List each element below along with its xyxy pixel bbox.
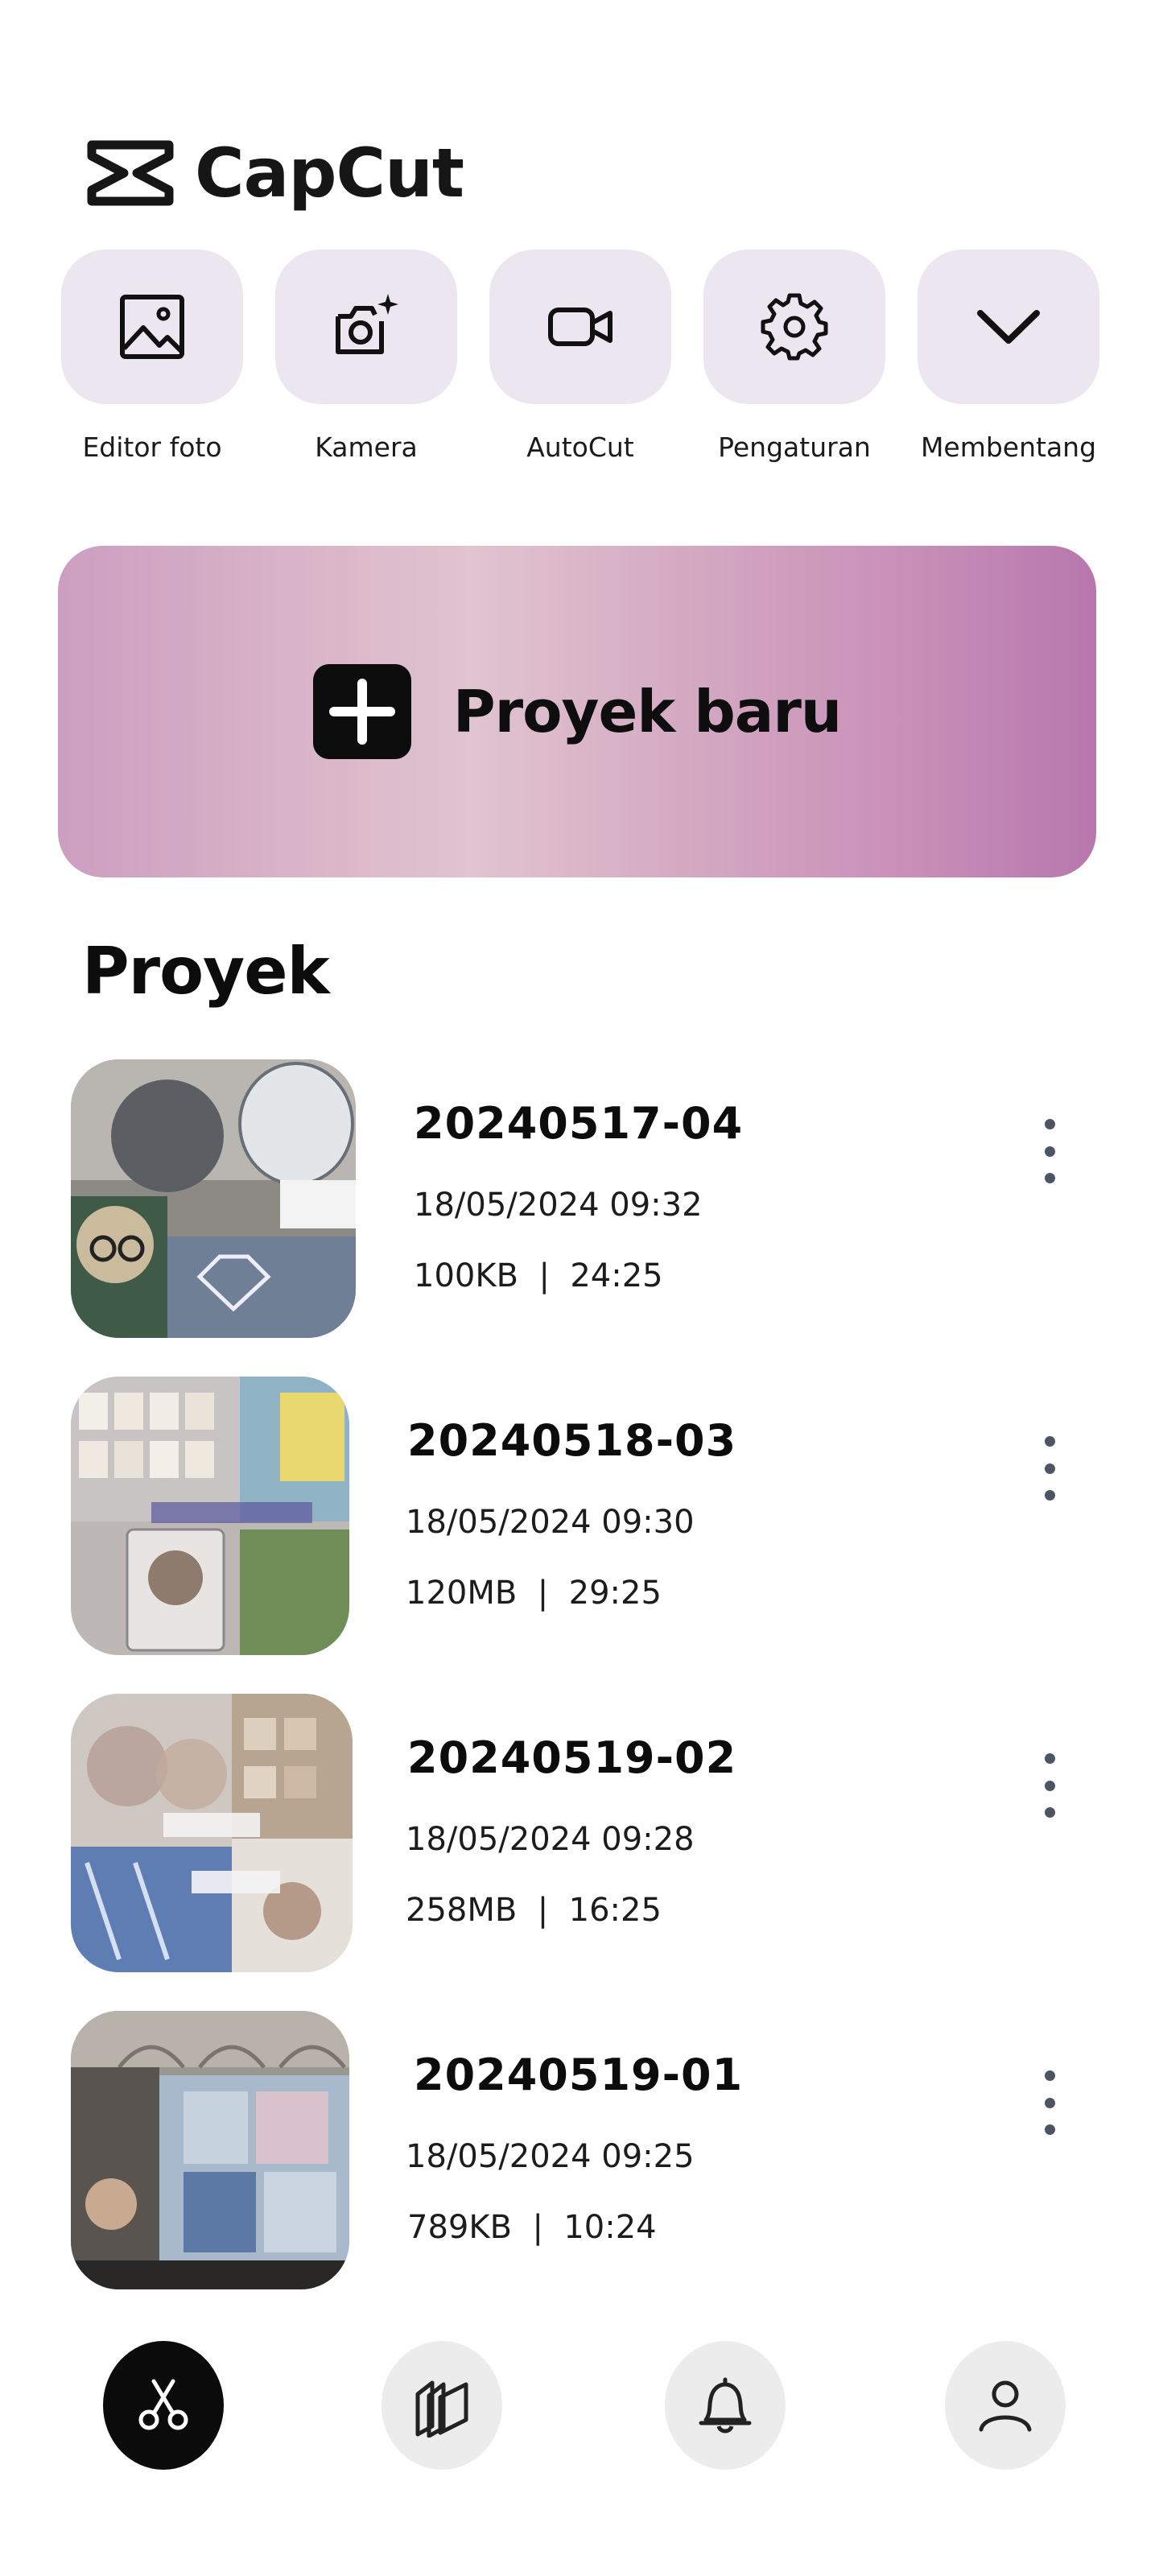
project-meta: 100KB | 24:25 xyxy=(414,1257,663,1294)
plus-icon xyxy=(312,664,411,759)
quick-action-tile[interactable] xyxy=(61,250,243,404)
app-logo: CapCut xyxy=(87,134,464,213)
project-title: 20240519-01 xyxy=(414,2050,744,2100)
project-item[interactable]: 20240519-02 18/05/2024 09:28 258MB | 16:… xyxy=(71,1694,1085,1972)
capcut-logo-icon xyxy=(87,140,174,206)
project-item[interactable]: 20240518-03 18/05/2024 09:30 120MB | 29:… xyxy=(71,1377,1085,1655)
more-options-icon[interactable] xyxy=(1033,1119,1066,1183)
project-date: 18/05/2024 09:30 xyxy=(406,1504,695,1541)
project-title: 20240517-04 xyxy=(414,1098,744,1149)
more-options-icon[interactable] xyxy=(1033,2070,1066,2135)
capcut-home-screen: CapCut Editor foto Kamera AutoCut Pengat… xyxy=(0,0,1159,2576)
project-thumbnail[interactable] xyxy=(71,1694,353,1972)
project-thumbnail[interactable] xyxy=(71,1059,356,1338)
quick-action-label: Membentang xyxy=(920,431,1097,463)
projects-section-title: Proyek xyxy=(82,934,330,1009)
video-camera-icon xyxy=(548,308,612,346)
quick-action-tile[interactable] xyxy=(918,250,1099,404)
project-thumbnail[interactable] xyxy=(71,2011,349,2289)
bottom-navigation xyxy=(0,2341,1159,2478)
new-project-button[interactable]: Proyek baru xyxy=(58,546,1096,877)
user-icon xyxy=(979,2380,1032,2432)
image-icon xyxy=(120,295,184,359)
project-meta: 120MB | 29:25 xyxy=(406,1575,662,1612)
quick-action-camera[interactable]: Kamera xyxy=(275,250,457,463)
quick-action-label: Editor foto xyxy=(82,431,222,463)
project-item[interactable]: 20240519-01 18/05/2024 09:25 789KB | 10:… xyxy=(71,2011,1085,2289)
quick-action-expand[interactable]: Membentang xyxy=(918,250,1099,463)
nav-edit-button[interactable] xyxy=(103,2341,224,2470)
app-logo-text: CapCut xyxy=(195,134,464,213)
project-meta: 258MB | 16:25 xyxy=(406,1892,662,1929)
project-title: 20240519-02 xyxy=(407,1732,737,1783)
nav-templates-button[interactable] xyxy=(382,2341,502,2470)
more-options-icon[interactable] xyxy=(1033,1753,1066,1818)
scissors-icon xyxy=(138,2379,188,2430)
project-date: 18/05/2024 09:28 xyxy=(406,1821,695,1858)
project-date: 18/05/2024 09:25 xyxy=(406,2138,695,2175)
gear-icon xyxy=(761,293,828,361)
quick-action-settings[interactable]: Pengaturan xyxy=(703,250,885,463)
nav-profile-button[interactable] xyxy=(945,2341,1066,2470)
nav-notifications-button[interactable] xyxy=(665,2341,786,2470)
quick-action-tile[interactable] xyxy=(489,250,671,404)
bell-icon xyxy=(699,2377,752,2434)
camera-sparkle-icon xyxy=(336,294,398,354)
quick-actions: Editor foto Kamera AutoCut Pengaturan Me… xyxy=(61,250,1107,475)
project-item[interactable]: 20240517-04 18/05/2024 09:32 100KB | 24:… xyxy=(71,1059,1085,1338)
quick-action-label: AutoCut xyxy=(526,431,634,463)
quick-action-autocut[interactable]: AutoCut xyxy=(489,250,671,463)
project-meta: 789KB | 10:24 xyxy=(407,2209,657,2246)
templates-icon xyxy=(415,2380,468,2438)
quick-action-tile[interactable] xyxy=(703,250,885,404)
quick-action-label: Pengaturan xyxy=(718,431,871,463)
new-project-label: Proyek baru xyxy=(452,678,842,745)
quick-action-label: Kamera xyxy=(315,431,418,463)
quick-action-photo-editor[interactable]: Editor foto xyxy=(61,250,243,463)
chevron-down-icon xyxy=(977,310,1040,344)
project-thumbnail[interactable] xyxy=(71,1377,349,1655)
quick-action-tile[interactable] xyxy=(275,250,457,404)
project-date: 18/05/2024 09:32 xyxy=(414,1187,703,1224)
project-title: 20240518-03 xyxy=(407,1415,737,1466)
more-options-icon[interactable] xyxy=(1033,1436,1066,1501)
